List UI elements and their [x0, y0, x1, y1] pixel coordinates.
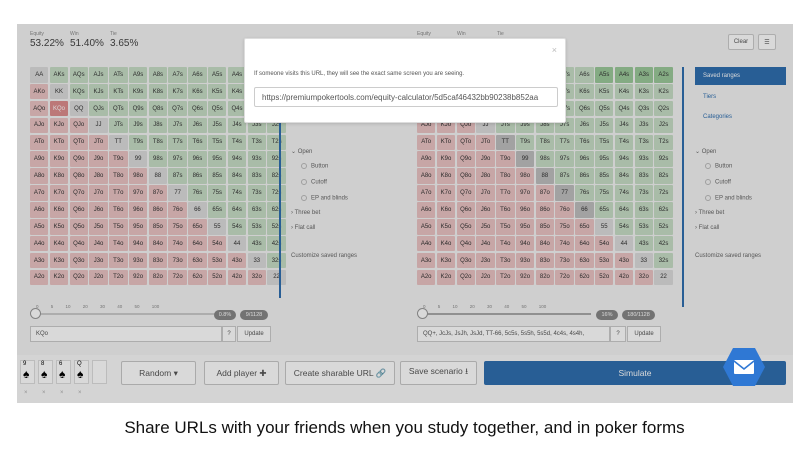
caption-text: Share URLs with your friends when you st… — [124, 418, 685, 437]
email-chat-button[interactable] — [722, 347, 766, 387]
modal-description: If someone visits this URL, they will se… — [254, 71, 465, 77]
close-icon[interactable]: × — [552, 45, 557, 55]
envelope-icon — [734, 360, 754, 374]
share-url-modal: × If someone visits this URL, they will … — [244, 38, 566, 123]
share-url-field[interactable]: https://premiumpokertools.com/equity-cal… — [254, 87, 558, 107]
app-screenshot: Equity 53.22% Win 51.40% Tie 3.65% AA AKs… — [17, 24, 793, 403]
